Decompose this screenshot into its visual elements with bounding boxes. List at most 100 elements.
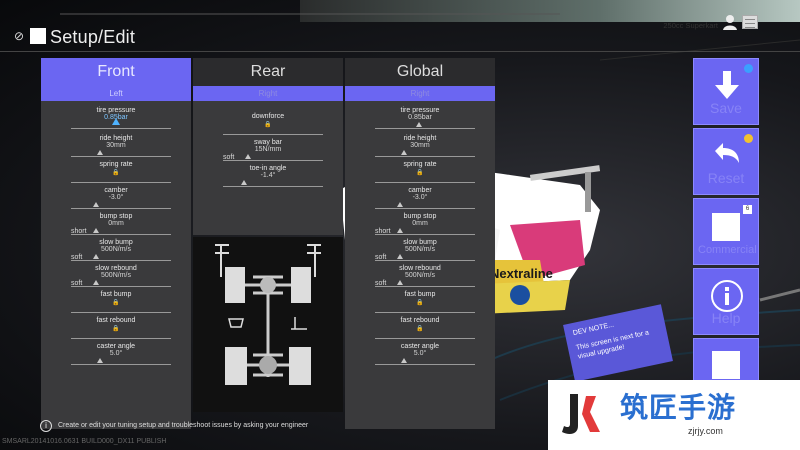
slider-track[interactable]: [375, 286, 475, 287]
save-button[interactable]: Save: [693, 58, 759, 125]
slider-track[interactable]: [375, 208, 475, 209]
watermark-text: 筑匠手游: [620, 391, 737, 424]
slider-track[interactable]: [375, 338, 475, 339]
slider-track[interactable]: [71, 338, 171, 339]
param-slow-rebound[interactable]: slow rebound 500N/m/s soft: [41, 263, 191, 289]
tab-front[interactable]: Front: [41, 58, 191, 86]
lock-icon: 🔒: [416, 326, 424, 332]
param-value: 500N/m/s: [405, 246, 435, 253]
param-slow-rebound[interactable]: slow rebound 500N/m/s soft: [345, 263, 495, 289]
param-label: fast bump: [100, 291, 132, 298]
slider-track[interactable]: [71, 260, 171, 261]
slider-marker[interactable]: [93, 202, 99, 207]
slider-track[interactable]: [375, 128, 475, 129]
param-label: toe-in angle: [249, 165, 287, 172]
param-label: fast bump: [404, 291, 436, 298]
global-side-selector[interactable]: Right: [345, 86, 495, 101]
param-slow-bump[interactable]: slow bump 500N/m/s soft: [345, 237, 495, 263]
square-icon: [712, 351, 740, 379]
param-label: sway bar: [253, 139, 282, 146]
lock-icon: 🔒: [112, 300, 120, 306]
param-bump-stop[interactable]: bump stop 0mm short: [345, 211, 495, 237]
slider-marker[interactable]: [401, 150, 407, 155]
menu-icon[interactable]: [742, 15, 758, 29]
slider-marker[interactable]: [401, 358, 407, 363]
commercial-button[interactable]: 6 Commercial: [693, 198, 759, 265]
slider-track[interactable]: [375, 156, 475, 157]
slider-marker[interactable]: [397, 202, 403, 207]
slider-marker[interactable]: [93, 280, 99, 285]
slider-track[interactable]: [71, 234, 171, 235]
param-caster-angle[interactable]: caster angle 5.0°: [41, 341, 191, 367]
slider-track[interactable]: [375, 364, 475, 365]
front-right-tire: [291, 267, 311, 303]
vehicle-label: 250cc Superkart: [663, 21, 718, 30]
slider-track[interactable]: [375, 234, 475, 235]
slider-track[interactable]: [223, 134, 323, 135]
slider-track[interactable]: [71, 128, 171, 129]
rear-panel: Rear Right downforce 🔒 sway bar 15N/mm s…: [193, 58, 343, 235]
param-fast-rebound[interactable]: fast rebound 🔒: [345, 315, 495, 341]
slider-track[interactable]: [71, 208, 171, 209]
param-spring-rate[interactable]: spring rate 🔒: [345, 159, 495, 185]
slider-marker[interactable]: [93, 254, 99, 259]
front-panel: Front Left tire pressure 0.85bar ride he…: [41, 58, 191, 429]
param-label: slow rebound: [399, 265, 441, 272]
slider-marker[interactable]: [112, 118, 120, 125]
param-label: spring rate: [403, 161, 437, 168]
slider-track[interactable]: [223, 186, 323, 187]
param-fast-bump[interactable]: fast bump 🔒: [345, 289, 495, 315]
slider-marker[interactable]: [241, 180, 247, 185]
slider-track[interactable]: [375, 312, 475, 313]
slider-track[interactable]: [71, 182, 171, 183]
slider-track[interactable]: [375, 182, 475, 183]
prohibited-icon[interactable]: ⊘: [14, 30, 26, 42]
param-value: 500N/m/s: [101, 272, 131, 279]
param-tire-pressure[interactable]: tire pressure 0.85bar: [41, 105, 191, 133]
param-fast-bump[interactable]: fast bump 🔒: [41, 289, 191, 315]
rear-left-tire: [225, 347, 247, 385]
param-camber[interactable]: camber -3.0°: [41, 185, 191, 211]
slider-track[interactable]: [71, 312, 171, 313]
slider-marker[interactable]: [97, 358, 103, 363]
param-label: tire pressure: [400, 107, 440, 114]
reset-button[interactable]: Reset: [693, 128, 759, 195]
param-sway-bar[interactable]: sway bar 15N/mm soft: [193, 137, 343, 163]
slider-track[interactable]: [71, 286, 171, 287]
param-fast-rebound[interactable]: fast rebound 🔒: [41, 315, 191, 341]
param-slow-bump[interactable]: slow bump 500N/m/s soft: [41, 237, 191, 263]
front-side-selector[interactable]: Left: [41, 86, 191, 101]
param-label: downforce: [251, 113, 285, 120]
slider-marker[interactable]: [397, 280, 403, 285]
slider-marker[interactable]: [397, 254, 403, 259]
param-camber[interactable]: camber -3.0°: [345, 185, 495, 211]
slider-track[interactable]: [375, 260, 475, 261]
param-caster-angle[interactable]: caster angle 5.0°: [345, 341, 495, 367]
param-label: fast rebound: [96, 317, 136, 324]
slider-track[interactable]: [71, 156, 171, 157]
slider-track[interactable]: [71, 364, 171, 365]
info-circle-icon: i: [40, 420, 52, 432]
tab-global[interactable]: Global: [345, 58, 495, 86]
slider-marker[interactable]: [397, 228, 403, 233]
param-spring-rate[interactable]: spring rate 🔒: [41, 159, 191, 185]
param-toe-in-angle[interactable]: toe-in angle -1.4°: [193, 163, 343, 189]
slider-marker[interactable]: [245, 154, 251, 159]
param-bump-stop[interactable]: bump stop 0mm short: [41, 211, 191, 237]
slider-marker[interactable]: [93, 228, 99, 233]
param-ride-height[interactable]: ride height 30mm: [41, 133, 191, 159]
param-ride-height[interactable]: ride height 30mm: [345, 133, 495, 159]
param-downforce[interactable]: downforce 🔒: [193, 111, 343, 137]
rear-side-selector[interactable]: Right: [193, 86, 343, 101]
help-button[interactable]: Help: [693, 268, 759, 335]
tab-rear[interactable]: Rear: [193, 58, 343, 86]
build-info: SMSARL20141016.0631 BUILD000_DX11 PUBLIS…: [2, 438, 167, 445]
user-icon[interactable]: [722, 14, 738, 30]
slider-track[interactable]: [223, 160, 323, 161]
lock-icon: 🔒: [112, 326, 120, 332]
slider-marker[interactable]: [97, 150, 103, 155]
param-value: -3.0°: [412, 194, 428, 201]
param-tire-pressure[interactable]: tire pressure 0.85bar: [345, 105, 495, 133]
extra-button[interactable]: [693, 338, 759, 383]
slider-marker[interactable]: [416, 122, 422, 127]
